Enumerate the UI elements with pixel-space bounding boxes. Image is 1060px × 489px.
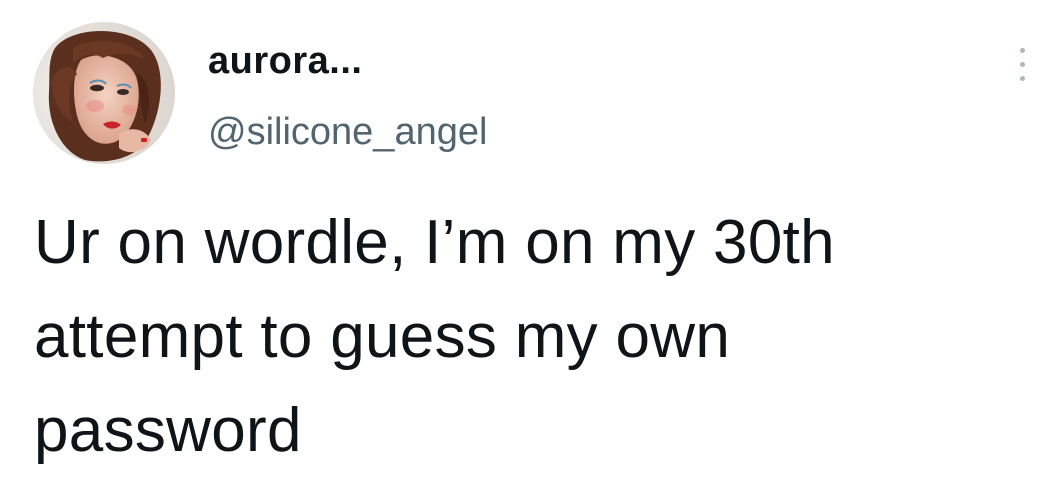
more-vertical-icon-dot bbox=[1020, 62, 1025, 67]
more-vertical-icon bbox=[1020, 48, 1025, 53]
avatar[interactable] bbox=[33, 22, 175, 164]
profile-photo-icon bbox=[33, 22, 175, 164]
tweet-text-line: Ur on wordle, I’m on my 30th bbox=[34, 208, 835, 277]
tweet-text-line: attempt to guess my own bbox=[34, 302, 731, 371]
tweet-text: Ur on wordle, I’m on my 30th attempt to … bbox=[34, 196, 1044, 478]
tweet-text-line: password bbox=[34, 396, 302, 465]
more-vertical-icon-dot bbox=[1020, 76, 1025, 81]
more-options-button[interactable] bbox=[1006, 44, 1040, 88]
tweet-card: aurora... @silicone_angel Ur on wordle, … bbox=[0, 0, 1060, 489]
user-handle[interactable]: @silicone_angel bbox=[208, 111, 487, 154]
display-name[interactable]: aurora... bbox=[208, 40, 362, 83]
